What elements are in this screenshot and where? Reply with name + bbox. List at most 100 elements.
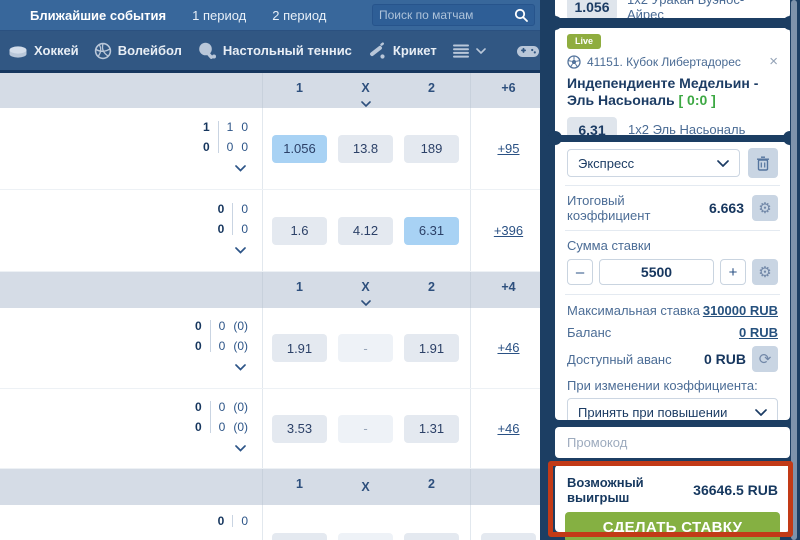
more-sports-menu[interactable]: [452, 44, 486, 58]
odd-cell[interactable]: 189: [404, 135, 459, 163]
hockey-puck-icon: [8, 42, 28, 60]
expand-row-chevron-icon[interactable]: [235, 241, 246, 259]
match-score: 00 00 (0)(0): [195, 308, 248, 388]
divider: [565, 230, 780, 231]
live-score: [ 0:0 ]: [678, 92, 715, 108]
place-bet-card: Возможный выигрыш 36646.5 RUB СДЕЛАТЬ СТ…: [555, 465, 790, 532]
more-bets-link[interactable]: +396: [494, 223, 523, 238]
col-more: +4: [481, 280, 536, 294]
pick-label: 1x2 Уракан Буэнос-Айрес: [627, 0, 778, 18]
betslip-form: Экспресс Итоговый ко: [555, 142, 790, 420]
gear-icon: ⚙: [758, 199, 771, 217]
odd-cell[interactable]: 3.53: [272, 415, 327, 443]
refresh-icon: ⟳: [759, 350, 772, 368]
search-box[interactable]: [372, 4, 535, 26]
hamburger-menu-icon: [452, 44, 470, 58]
ticket-notch: [548, 131, 562, 145]
total-coefficient-value: 6.663: [709, 200, 744, 216]
sport-cricket[interactable]: Крикет: [367, 41, 437, 60]
odd-cell[interactable]: 1.91: [404, 334, 459, 362]
odd-cell[interactable]: 1.91: [272, 334, 327, 362]
volleyball-icon: [94, 42, 112, 60]
balance-link[interactable]: 0 RUB: [739, 325, 778, 340]
stake-plus-button[interactable]: +: [720, 259, 746, 285]
total-coefficient-label: Итоговый коэффициент: [567, 193, 701, 223]
sport-table-tennis[interactable]: Настольный теннис: [197, 41, 352, 60]
chevron-down-icon: [717, 160, 729, 167]
odd-cell[interactable]: 13.8: [338, 135, 393, 163]
col-2: 2: [404, 81, 459, 95]
odds-header: 1 X 2 +6: [0, 73, 540, 108]
odds-table: 1 X 2 +6 10 10 00: [0, 73, 540, 540]
divider: [470, 389, 471, 468]
col-x: X: [338, 480, 393, 494]
divider: [565, 294, 780, 295]
odd-cell[interactable]: 1.6: [272, 217, 327, 245]
sports-navigation: Хоккей Волейбол Настольный теннис: [0, 30, 540, 70]
match-score: 00 00: [218, 190, 248, 271]
stake-input[interactable]: [599, 259, 714, 285]
stake-settings-button[interactable]: ⚙: [752, 259, 778, 285]
tab-upcoming-events[interactable]: Ближайшие события: [30, 8, 166, 23]
col-2: 2: [404, 477, 459, 491]
expand-row-chevron-icon[interactable]: [235, 439, 246, 457]
odd-value: 6.31: [567, 117, 617, 135]
odd-value: 1.056: [567, 0, 617, 18]
odd-cell[interactable]: [404, 533, 459, 540]
odd-cell-selected[interactable]: 1.056: [272, 135, 327, 163]
odd-cell-selected[interactable]: 6.31: [404, 217, 459, 245]
max-stake-label: Максимальная ставка: [567, 303, 703, 318]
expand-row-chevron-icon[interactable]: [235, 358, 246, 376]
odd-cell[interactable]: 4.12: [338, 217, 393, 245]
coef-change-label: При изменении коэффициента:: [567, 378, 778, 393]
max-stake-link[interactable]: 310000 RUB: [703, 303, 778, 318]
balance-label: Баланс: [567, 325, 739, 340]
divider: [470, 308, 471, 388]
match-row: 00 00 1.6 4.12 6.31 +396: [0, 190, 540, 272]
odd-cell-empty: -: [338, 415, 393, 443]
close-icon[interactable]: ×: [769, 54, 778, 69]
betslip-item-previous: 1.056 1x2 Уракан Буэнос-Айрес: [555, 0, 790, 18]
search-input[interactable]: [379, 8, 514, 22]
coefficient-settings-button[interactable]: ⚙: [752, 195, 778, 221]
col-x[interactable]: X: [338, 81, 393, 95]
sidebar-scrollbar[interactable]: [791, 0, 797, 540]
odd-cell[interactable]: [481, 533, 536, 540]
refresh-advance-button[interactable]: ⟳: [752, 346, 778, 372]
odd-cell[interactable]: [272, 533, 327, 540]
bet-type-select[interactable]: Экспресс: [567, 149, 740, 177]
divider: [262, 469, 263, 505]
odd-cell[interactable]: [338, 533, 393, 540]
sport-label: Настольный теннис: [223, 43, 352, 58]
promo-code-input[interactable]: [567, 435, 778, 450]
tab-period-2[interactable]: 2 период: [272, 8, 326, 23]
divider: [470, 272, 471, 308]
gamepad-icon: [516, 43, 540, 59]
sport-volleyball[interactable]: Волейбол: [94, 42, 182, 60]
stake-minus-button[interactable]: –: [567, 259, 593, 285]
expand-row-chevron-icon[interactable]: [235, 159, 246, 177]
coef-change-select[interactable]: Принять при повышении: [567, 398, 778, 420]
match-row: 00 00 (0)(0) 3.53 - 1.31 +46: [0, 389, 540, 469]
more-bets-link[interactable]: +46: [497, 421, 519, 436]
table-tennis-icon: [197, 41, 217, 60]
odd-cell[interactable]: 1.31: [404, 415, 459, 443]
sport-label: Крикет: [393, 43, 437, 58]
more-bets-link[interactable]: +95: [497, 141, 519, 156]
col-1: 1: [272, 280, 327, 294]
tab-period-1[interactable]: 1 период: [192, 8, 246, 23]
chevron-down-icon: [476, 48, 486, 54]
divider: [262, 190, 263, 271]
betting-app: Ближайшие события 1 период 2 период Хокк…: [0, 0, 800, 540]
odds-header: 1 X 2: [0, 469, 540, 505]
col-more: +6: [481, 81, 536, 95]
divider: [262, 308, 263, 388]
place-bet-button[interactable]: СДЕЛАТЬ СТАВКУ: [565, 512, 780, 540]
search-icon[interactable]: [514, 8, 528, 22]
ticket-notch: [548, 16, 562, 30]
col-x[interactable]: X: [338, 280, 393, 294]
cricket-bat-icon: [367, 41, 387, 60]
delete-betslip-button[interactable]: [748, 148, 778, 178]
sport-hockey[interactable]: Хоккей: [8, 42, 79, 60]
more-bets-link[interactable]: +46: [497, 340, 519, 355]
